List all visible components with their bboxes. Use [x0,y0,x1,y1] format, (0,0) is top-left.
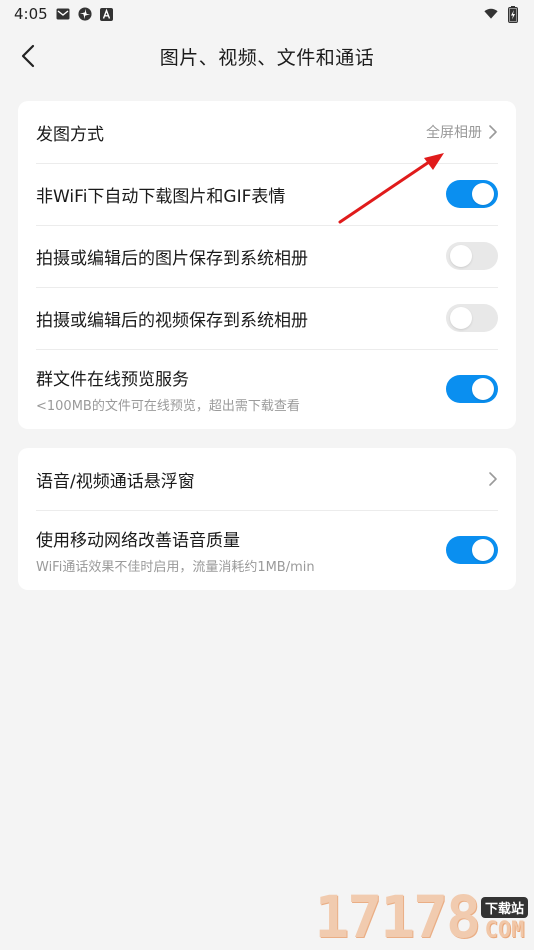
row-title: 群文件在线预览服务 [36,369,189,390]
nav-bar: 图片、视频、文件和通话 [0,28,534,84]
toggle-knob [450,245,472,267]
auto-download-toggle[interactable] [446,180,498,208]
page-title: 图片、视频、文件和通话 [159,46,375,69]
row-subtitle: WiFi通话效果不佳时启用，流量消耗约1MB/min [36,559,315,575]
auto-download-row: 非WiFi下自动下载图片和GIF表情 [18,163,516,225]
row-value: 全屏相册 [426,125,482,141]
row-title: 非WiFi下自动下载图片和GIF表情 [36,186,286,207]
mail-icon [56,7,70,21]
toggle-knob [472,378,494,400]
status-bar: 4:05 [0,0,534,28]
watermark-logo: 17178 下载站 COM [314,888,528,946]
a-badge-icon [100,7,114,21]
mobile-voice-quality-row: 使用移动网络改善语音质量 WiFi通话效果不佳时启用，流量消耗约1MB/min [18,510,516,590]
save-photo-row: 拍摄或编辑后的图片保存到系统相册 [18,225,516,287]
row-title: 拍摄或编辑后的视频保存到系统相册 [36,310,308,331]
pinwheel-icon [78,7,92,21]
send-image-mode-row[interactable]: 发图方式 全屏相册 [18,101,516,163]
group-file-preview-row: 群文件在线预览服务 <100MB的文件可在线预览，超出需下载查看 [18,349,516,429]
row-title: 发图方式 [36,124,104,145]
row-title: 拍摄或编辑后的图片保存到系统相册 [36,248,308,269]
call-floating-window-row[interactable]: 语音/视频通话悬浮窗 [18,448,516,510]
mobile-voice-quality-toggle[interactable] [446,536,498,564]
wifi-icon [484,7,498,21]
row-title: 语音/视频通话悬浮窗 [36,471,195,492]
back-button[interactable] [10,38,46,74]
save-video-row: 拍摄或编辑后的视频保存到系统相册 [18,287,516,349]
chevron-right-icon [488,124,498,140]
call-settings-card: 语音/视频通话悬浮窗 使用移动网络改善语音质量 WiFi通话效果不佳时启用，流量… [18,448,516,590]
row-title: 使用移动网络改善语音质量 [36,530,240,551]
media-settings-card: 发图方式 全屏相册 非WiFi下自动下载图片和GIF表情 拍摄或编辑后的图片保存… [18,101,516,429]
watermark-tag: 下载站 [480,897,528,918]
watermark-suffix: COM [484,918,525,943]
chevron-right-icon [488,471,498,487]
save-photo-toggle[interactable] [446,242,498,270]
save-video-toggle[interactable] [446,304,498,332]
row-subtitle: <100MB的文件可在线预览，超出需下载查看 [36,398,300,414]
toggle-knob [472,183,494,205]
chevron-left-icon [21,44,35,68]
group-file-preview-toggle[interactable] [446,375,498,403]
battery-charging-icon [506,5,520,23]
watermark-digits: 17178 [314,883,481,950]
status-time: 4:05 [14,5,48,23]
toggle-knob [472,539,494,561]
toggle-knob [450,307,472,329]
